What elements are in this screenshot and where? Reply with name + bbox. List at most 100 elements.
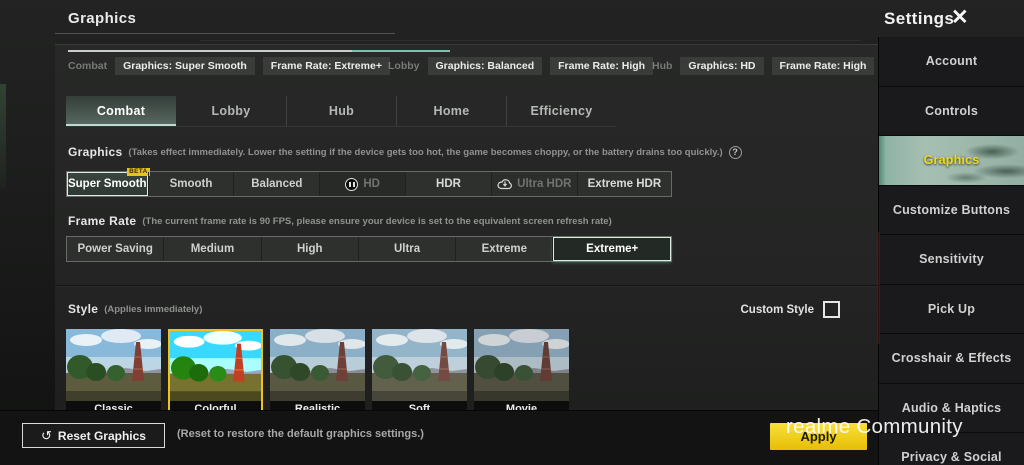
frame-rate-section-label: Frame Rate bbox=[68, 214, 137, 228]
option-label: HD bbox=[363, 178, 380, 190]
option-label: Extreme HDR bbox=[587, 178, 662, 190]
sidebar-item-label: Privacy & Social bbox=[901, 450, 1002, 465]
option-label: Extreme bbox=[481, 243, 528, 255]
close-icon[interactable]: ✕ bbox=[951, 5, 969, 31]
decorative-line bbox=[200, 40, 860, 41]
frame-rate-option-medium[interactable]: Medium bbox=[163, 237, 260, 261]
frame-rate-option-extreme[interactable]: Extreme bbox=[455, 237, 552, 261]
style-thumb-soft[interactable]: Soft bbox=[372, 329, 467, 410]
style-thumb-label: Movie bbox=[474, 401, 569, 410]
summary-label: Lobby bbox=[388, 60, 420, 72]
graphics-option-ultra-hdr[interactable]: Ultra HDR bbox=[490, 172, 577, 196]
option-label: HDR bbox=[436, 178, 461, 190]
section-divider bbox=[55, 285, 878, 286]
sidebar-item-label: Account bbox=[925, 54, 978, 69]
frame-rate-option-ultra[interactable]: Ultra bbox=[357, 237, 455, 261]
frame-rate-option-high[interactable]: High bbox=[260, 237, 358, 261]
footer-bar: ↺ Reset Graphics (Reset to restore the d… bbox=[0, 410, 878, 465]
page-title: Graphics bbox=[68, 10, 137, 27]
cloud-download-icon bbox=[497, 179, 513, 190]
apply-button[interactable]: Apply bbox=[770, 423, 867, 450]
sidebar-item-graphics[interactable]: Graphics bbox=[879, 136, 1024, 186]
sidebar-item-sensitivity[interactable]: Sensitivity bbox=[879, 235, 1024, 285]
style-section-label: Style bbox=[68, 302, 99, 316]
style-thumbnails: Classic Colorful Realistic Soft Movie bbox=[66, 329, 569, 410]
graphics-section-header: Graphics (Takes effect immediately. Lowe… bbox=[68, 145, 742, 159]
tab-hub[interactable]: Hub bbox=[286, 96, 396, 126]
graphics-option-hd[interactable]: HD bbox=[319, 172, 406, 196]
sidebar-item-privacy-social[interactable]: Privacy & Social bbox=[879, 433, 1024, 465]
summary-chip: Frame Rate: High bbox=[771, 57, 875, 75]
style-thumb-movie[interactable]: Movie bbox=[474, 329, 569, 410]
reset-icon: ↺ bbox=[41, 428, 52, 443]
option-label: High bbox=[296, 243, 323, 255]
graphics-option-hdr[interactable]: HDR bbox=[405, 172, 491, 196]
graphics-option-balanced[interactable]: Balanced bbox=[233, 172, 319, 196]
sidebar-item-label: Crosshair & Effects bbox=[891, 351, 1012, 366]
graphics-option-extreme-hdr[interactable]: Extreme HDR bbox=[576, 172, 671, 196]
settings-header-title: Settings bbox=[884, 9, 955, 28]
graphics-option-super-smooth[interactable]: Super Smooth BETA bbox=[67, 168, 150, 196]
tab-home[interactable]: Home bbox=[396, 96, 506, 126]
sidebar-item-customize-buttons[interactable]: Customize Buttons bbox=[879, 185, 1024, 235]
frame-rate-option-extreme-plus[interactable]: Extreme+ bbox=[552, 237, 671, 261]
landscape-preview-image bbox=[170, 331, 261, 401]
tab-efficiency[interactable]: Efficiency bbox=[506, 96, 616, 126]
custom-style-label: Custom Style bbox=[740, 303, 815, 316]
option-label: Power Saving bbox=[77, 243, 153, 255]
graphics-settings-panel: Combat Graphics: Super Smooth Frame Rate… bbox=[55, 44, 878, 410]
sidebar-item-label: Sensitivity bbox=[919, 252, 984, 267]
style-thumb-realistic[interactable]: Realistic bbox=[270, 329, 365, 410]
scene-tabs: Combat Lobby Hub Home Efficiency bbox=[66, 96, 616, 127]
graphics-section-label: Graphics bbox=[68, 145, 123, 159]
style-section-header: Style (Applies immediately) bbox=[68, 302, 202, 316]
summary-chip: Graphics: Balanced bbox=[427, 57, 543, 75]
graphics-settings-screen: Graphics Settings ✕ Combat Graphics: Sup… bbox=[0, 0, 1024, 465]
style-thumb-label: Realistic bbox=[270, 401, 365, 410]
style-section-note: (Applies immediately) bbox=[104, 303, 203, 315]
graphics-option-smooth[interactable]: Smooth bbox=[147, 172, 234, 196]
summary-chip: Graphics: HD bbox=[680, 57, 764, 75]
title-underline bbox=[55, 33, 395, 34]
landscape-preview-image bbox=[372, 329, 467, 401]
sidebar-item-label: Controls bbox=[925, 103, 978, 118]
option-label: Ultra HDR bbox=[517, 178, 572, 190]
tab-lobby[interactable]: Lobby bbox=[176, 96, 286, 126]
landscape-preview-image bbox=[270, 329, 365, 401]
style-thumb-classic[interactable]: Classic bbox=[66, 329, 161, 410]
sidebar-item-label: Audio & Haptics bbox=[901, 400, 1002, 415]
summary-chip: Frame Rate: Extreme+ bbox=[262, 57, 390, 75]
summary-group-hub: Hub Graphics: HD Frame Rate: High bbox=[652, 57, 875, 75]
graphics-section-note: (Takes effect immediately. Lower the set… bbox=[128, 146, 723, 158]
sidebar-item-pick-up[interactable]: Pick Up bbox=[879, 284, 1024, 334]
summary-group-combat: Combat Graphics: Super Smooth Frame Rate… bbox=[68, 57, 390, 75]
option-label: Smooth bbox=[169, 178, 213, 190]
reset-graphics-button[interactable]: ↺ Reset Graphics bbox=[22, 423, 165, 448]
option-label: Super Smooth bbox=[67, 178, 147, 190]
option-label: Medium bbox=[190, 243, 235, 255]
reset-note: (Reset to restore the default graphics s… bbox=[177, 428, 424, 440]
sidebar-item-controls[interactable]: Controls bbox=[879, 86, 1024, 136]
option-label: Balanced bbox=[251, 178, 303, 190]
style-thumb-label: Soft bbox=[372, 401, 467, 410]
background-texture bbox=[0, 84, 6, 189]
sidebar-item-crosshair-effects[interactable]: Crosshair & Effects bbox=[879, 334, 1024, 384]
sidebar-item-audio-haptics[interactable]: Audio & Haptics bbox=[879, 383, 1024, 433]
frame-rate-option-power-saving[interactable]: Power Saving bbox=[67, 237, 163, 261]
summary-label: Combat bbox=[68, 60, 108, 72]
frame-rate-section-note: (The current frame rate is 90 FPS, pleas… bbox=[142, 215, 612, 227]
frame-rate-section-header: Frame Rate (The current frame rate is 90… bbox=[68, 214, 612, 228]
summary-label: Hub bbox=[652, 60, 673, 72]
option-label: Extreme+ bbox=[586, 243, 639, 255]
summary-group-lobby: Lobby Graphics: Balanced Frame Rate: Hig… bbox=[388, 57, 654, 75]
sidebar-item-label: Customize Buttons bbox=[892, 202, 1011, 217]
help-icon[interactable]: ? bbox=[728, 145, 742, 159]
settings-sidebar: Account Controls Graphics Customize Butt… bbox=[878, 37, 1024, 465]
scroll-indicator-track bbox=[68, 50, 352, 52]
graphics-quality-options: Super Smooth BETA Smooth Balanced HD HDR bbox=[66, 168, 672, 197]
custom-style-checkbox[interactable] bbox=[823, 301, 840, 318]
style-thumb-colorful[interactable]: Colorful bbox=[168, 329, 263, 410]
sidebar-item-account[interactable]: Account bbox=[879, 37, 1024, 87]
tab-combat[interactable]: Combat bbox=[66, 96, 176, 126]
sidebar-item-label: Pick Up bbox=[927, 301, 976, 316]
